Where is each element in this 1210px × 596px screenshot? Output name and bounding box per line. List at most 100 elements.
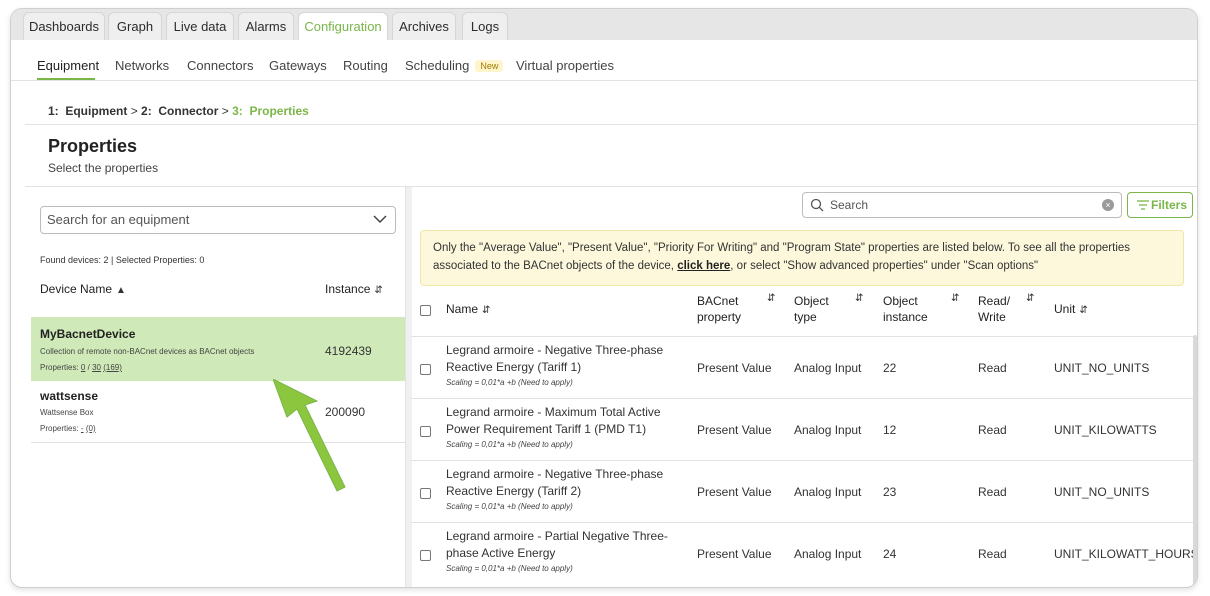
row-checkbox[interactable]: [420, 550, 431, 561]
breadcrumb-sep: >: [130, 104, 138, 118]
subnav-gateways[interactable]: Gateways: [269, 58, 327, 73]
properties-panel: Search × Filters Only the "Average Value…: [411, 187, 1197, 587]
sort-icon[interactable]: ⇵: [767, 293, 775, 304]
table-row[interactable]: Legrand armoire - Partial Negative Three…: [411, 522, 1197, 585]
properties-all[interactable]: (169): [103, 363, 122, 372]
col-instance[interactable]: Instance ⇵: [325, 282, 383, 296]
properties-selected[interactable]: -: [81, 424, 84, 433]
device-description: Collection of remote non-BACnet devices …: [40, 347, 255, 356]
property-name: Legrand armoire - Negative Three-phase R…: [446, 467, 664, 498]
row-checkbox[interactable]: [420, 426, 431, 437]
breadcrumb-step1-num: 1:: [48, 104, 59, 118]
tab-live-data[interactable]: Live data: [166, 12, 234, 40]
col-instance-label: Instance: [325, 282, 371, 296]
sort-icon: ⇵: [1079, 305, 1088, 316]
breadcrumb: 1: Equipment > 2: Connector > 3: Propert…: [48, 104, 309, 118]
subnav-networks[interactable]: Networks: [115, 58, 169, 73]
col-device-name[interactable]: Device Name ▲: [40, 282, 126, 296]
col-bacnet-property[interactable]: BACnet property: [697, 293, 745, 325]
table-row[interactable]: Legrand armoire - Negative Three-phase R…: [411, 336, 1193, 399]
subnav-scheduling-label: Scheduling: [405, 58, 470, 73]
row-checkbox[interactable]: [420, 364, 431, 375]
scaling-note: Scaling = 0,01*a +b (Need to apply): [446, 440, 573, 449]
equipment-search-placeholder: Search for an equipment: [47, 212, 190, 227]
cell-object-instance: 23: [883, 485, 897, 499]
col-device-name-label: Device Name: [40, 282, 113, 296]
sort-icon[interactable]: ⇵: [855, 293, 863, 304]
subnav-routing[interactable]: Routing: [343, 58, 388, 73]
app-window: Dashboards Graph Live data Alarms Config…: [10, 8, 1198, 588]
cell-bacnet-property: Present Value: [697, 361, 772, 375]
cell-unit: UNIT_KILOWATT_HOURS: [1054, 547, 1198, 561]
notice-text-end: , or select "Show advanced properties" u…: [730, 260, 1039, 272]
scaling-note: Scaling = 0,01*a +b (Need to apply): [446, 378, 573, 387]
table-row[interactable]: Legrand armoire - Negative Three-phase R…: [411, 460, 1193, 523]
subnav-scheduling[interactable]: Scheduling New: [405, 58, 504, 73]
tab-graph[interactable]: Graph: [108, 12, 162, 40]
properties-label: Properties:: [40, 424, 79, 433]
active-tab-underline: [37, 78, 95, 80]
cell-bacnet-property: Present Value: [697, 423, 772, 437]
cell-object-type: Analog Input: [794, 423, 862, 437]
table-scrollbar[interactable]: [1193, 335, 1197, 585]
breadcrumb-step3-num: 3:: [232, 104, 243, 118]
sort-icon[interactable]: ⇵: [951, 293, 959, 304]
device-row[interactable]: MyBacnetDevice Collection of remote non-…: [31, 317, 405, 381]
scaling-note: Scaling = 0,01*a +b (Need to apply): [446, 564, 573, 573]
properties-label: Properties:: [40, 363, 79, 372]
sub-nav: Equipment Networks Connectors Gateways R…: [11, 40, 1197, 81]
tab-logs[interactable]: Logs: [462, 12, 508, 40]
row-checkbox[interactable]: [420, 488, 431, 499]
tab-configuration[interactable]: Configuration: [298, 12, 388, 40]
info-notice: Only the "Average Value", "Present Value…: [420, 230, 1184, 286]
clear-icon[interactable]: ×: [1102, 199, 1114, 211]
select-all-checkbox[interactable]: [420, 305, 431, 316]
subnav-equipment[interactable]: Equipment: [37, 58, 99, 73]
divider: [25, 124, 1197, 125]
device-name: MyBacnetDevice: [40, 327, 136, 341]
equipment-search-select[interactable]: Search for an equipment: [40, 206, 396, 234]
click-here-link[interactable]: click here: [677, 260, 730, 272]
cell-read-write: Read: [978, 423, 1007, 437]
col-read-write[interactable]: Read/ Write: [978, 293, 1018, 325]
properties-selected[interactable]: 0: [81, 363, 85, 372]
table-row[interactable]: Legrand armoire - Maximum Total Active P…: [411, 398, 1193, 461]
cell-object-type: Analog Input: [794, 547, 862, 561]
tab-dashboards[interactable]: Dashboards: [23, 12, 105, 40]
annotation-arrow-icon: [273, 379, 346, 492]
cell-read-write: Read: [978, 361, 1007, 375]
cell-read-write: Read: [978, 547, 1007, 561]
col-unit[interactable]: Unit ⇵: [1054, 301, 1088, 319]
subnav-connectors[interactable]: Connectors: [187, 58, 253, 73]
breadcrumb-step1[interactable]: Equipment: [65, 104, 127, 118]
search-icon: [810, 198, 824, 212]
sort-icon[interactable]: ⇵: [1026, 293, 1034, 304]
cell-object-instance: 12: [883, 423, 897, 437]
cell-unit: UNIT_KILOWATTS: [1054, 423, 1157, 437]
sort-asc-icon: ▲: [116, 285, 126, 296]
properties-slash: /: [87, 363, 90, 372]
col-object-type[interactable]: Object type: [794, 293, 836, 325]
properties-total[interactable]: 30: [92, 363, 101, 372]
breadcrumb-step2-num: 2:: [141, 104, 152, 118]
filter-icon: [1137, 200, 1149, 210]
cell-unit: UNIT_NO_UNITS: [1054, 485, 1150, 499]
col-name-label: Name: [446, 302, 479, 316]
breadcrumb-step2[interactable]: Connector: [158, 104, 218, 118]
property-name: Legrand armoire - Maximum Total Active P…: [446, 405, 661, 436]
chevron-down-icon: [373, 215, 387, 224]
col-name[interactable]: Name ⇵: [446, 301, 490, 319]
property-search-input[interactable]: Search ×: [802, 192, 1122, 218]
tab-archives[interactable]: Archives: [392, 12, 456, 40]
col-object-instance[interactable]: Object instance: [883, 293, 935, 325]
properties-all[interactable]: (0): [86, 424, 96, 433]
property-search-placeholder: Search: [830, 198, 869, 212]
device-instance: 4192439: [325, 344, 372, 358]
property-name: Legrand armoire - Negative Three-phase R…: [446, 343, 664, 374]
filters-button[interactable]: Filters: [1127, 192, 1193, 218]
tab-alarms[interactable]: Alarms: [238, 12, 294, 40]
found-devices-summary: Found devices: 2 | Selected Properties: …: [40, 255, 205, 265]
subnav-virtual-properties[interactable]: Virtual properties: [516, 58, 614, 73]
cell-object-type: Analog Input: [794, 361, 862, 375]
cell-bacnet-property: Present Value: [697, 547, 772, 561]
